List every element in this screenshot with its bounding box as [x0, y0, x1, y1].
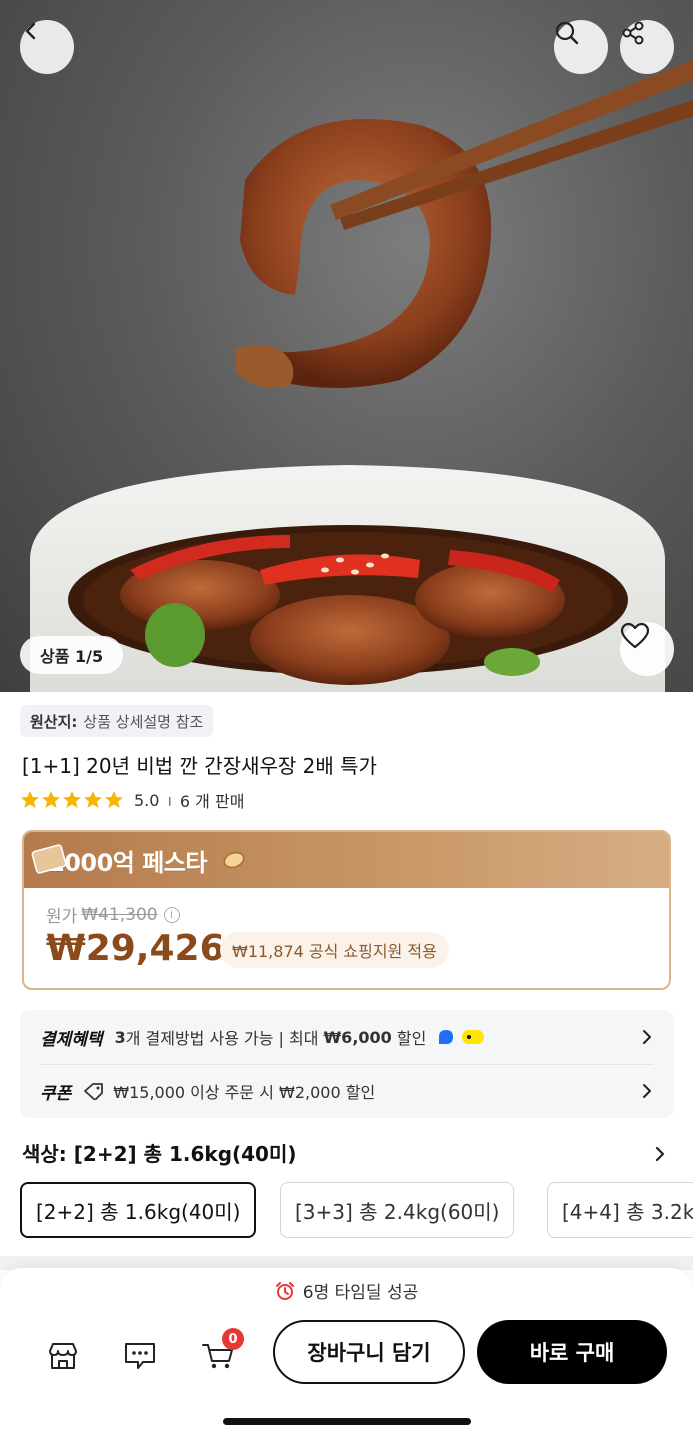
home-indicator — [223, 1418, 471, 1425]
wishlist-button[interactable] — [620, 622, 674, 676]
origin-label: 원산지: — [30, 712, 78, 731]
sales-count: 6 개 판매 — [179, 792, 245, 811]
timedeal-text: 6명 타임딜 성공 — [302, 1283, 419, 1303]
payment-benefit-row[interactable]: 결제혜택 3 개 결제방법 사용 가능 | 최대 ₩6,000 할인 — [40, 1010, 654, 1064]
support-badge: ₩11,874 공식 쇼핑지원 적용 — [220, 932, 449, 968]
shrimp-photo — [30, 60, 693, 692]
buy-now-button[interactable]: 바로 구매 — [477, 1320, 667, 1384]
coin-icon — [223, 851, 245, 869]
timedeal-notice: 6명 타임딜 성공 — [0, 1278, 693, 1303]
payment-text: 개 결제방법 사용 가능 | 최대 — [125, 1029, 324, 1048]
price-box: 1000억 페스타 원가 ₩41,300 i ₩29,426 ₩11,874 공… — [22, 830, 671, 990]
coupon-text: ₩15,000 이상 주문 시 ₩2,000 할인 — [113, 1083, 376, 1102]
cart-count-badge: 0 — [222, 1328, 244, 1350]
festa-title: 1000억 페스타 — [48, 848, 207, 877]
option-chip[interactable]: [2+2] 총 1.6kg(40미) — [20, 1182, 257, 1238]
chat-icon — [125, 1343, 155, 1369]
chevron-left-icon — [25, 22, 36, 40]
coupon-row[interactable]: 쿠폰 ₩15,000 이상 주문 시 ₩2,000 할인 — [40, 1064, 654, 1118]
share-button[interactable] — [620, 20, 674, 74]
original-price-label: 원가 — [46, 907, 78, 927]
store-icon — [49, 1343, 77, 1369]
payment-count: 3 — [114, 1027, 126, 1047]
heart-icon — [620, 622, 650, 649]
original-price: ₩41,300 — [81, 904, 158, 925]
product-image[interactable]: 상품 1/5 — [0, 0, 693, 692]
payment-max: ₩6,000 — [323, 1027, 392, 1047]
info-icon[interactable]: i — [163, 906, 180, 923]
search-button[interactable] — [554, 20, 608, 74]
search-icon — [555, 21, 579, 45]
benefits-panel: 결제혜택 3 개 결제방법 사용 가능 | 최대 ₩6,000 할인 쿠폰 ₩1… — [20, 1010, 674, 1118]
option-chip[interactable]: [3+3] 총 2.4kg(60미) — [280, 1182, 515, 1238]
add-to-cart-button[interactable]: 장바구니 담기 — [273, 1320, 465, 1384]
store-button[interactable] — [41, 1334, 85, 1378]
back-button[interactable] — [20, 20, 74, 74]
option-list: [2+2] 총 1.6kg(40미) [3+3] 총 2.4kg(60미) [4… — [20, 1182, 693, 1238]
festa-banner: 1000억 페스타 — [24, 832, 669, 888]
tag-icon — [84, 1083, 104, 1100]
origin-value: 상품 상세설명 참조 — [83, 712, 204, 731]
bottom-action-bar: 6명 타임딜 성공 0 장바구니 담기 바로 구매 — [0, 1268, 693, 1440]
payment-suffix: 할인 — [391, 1029, 427, 1048]
origin-tag: 원산지: 상품 상세설명 참조 — [20, 705, 214, 737]
option-heading: 색상: [2+2] 총 1.6kg(40미) — [22, 1142, 297, 1166]
payment-benefit-label: 결제혜택 — [40, 1029, 103, 1050]
rating-row[interactable]: 5.0 ı 6 개 판매 — [20, 788, 244, 812]
star-rating — [20, 790, 124, 810]
star-icons — [21, 791, 123, 808]
rating-separator: ı — [167, 790, 172, 810]
kakaopay-icon — [462, 1030, 485, 1044]
ticket-icon — [31, 844, 67, 874]
original-price-row: 원가 ₩41,300 i — [46, 902, 180, 927]
alarm-clock-icon — [275, 1281, 294, 1300]
chevron-right-icon — [643, 1030, 651, 1044]
cart-button[interactable]: 0 — [196, 1328, 244, 1378]
product-title: [1+1] 20년 비법 깐 간장새우장 2배 특가 — [22, 754, 377, 778]
chat-button[interactable] — [118, 1334, 162, 1378]
current-price: ₩29,426 — [46, 928, 225, 969]
rating-value: 5.0 — [134, 790, 160, 810]
chevron-right-icon[interactable] — [652, 1144, 668, 1164]
image-counter: 상품 1/5 — [20, 636, 124, 674]
pay-logo-icon — [439, 1030, 454, 1044]
chevron-right-icon — [643, 1084, 651, 1098]
share-icon — [622, 21, 644, 45]
coupon-label: 쿠폰 — [40, 1083, 72, 1104]
option-chip[interactable]: [4+4] 총 3.2kg(80미) — [547, 1182, 693, 1238]
